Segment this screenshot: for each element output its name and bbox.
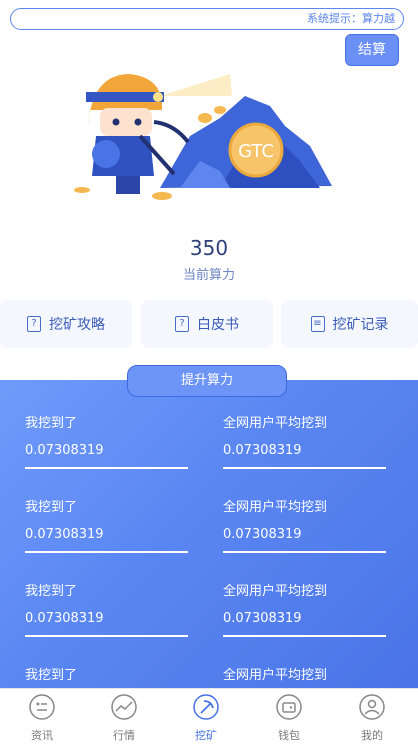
divider [25,551,188,553]
network-avg-value: 0.07308319 [223,527,302,542]
user-icon [359,694,385,720]
divider [25,635,188,637]
nav-profile-label: 我的 [361,729,383,742]
boost-power-button[interactable]: 提升算力 [127,365,287,397]
news-icon [29,694,55,720]
network-avg-label: 全网用户平均挖到 [223,668,328,683]
divider [223,635,386,637]
network-avg-cell: 全网用户平均挖到 0.07308319 [223,414,386,469]
notice-text: 系统提示：算力越 [307,12,395,25]
system-notice-bar: 系统提示：算力越 [10,8,404,30]
nav-wallet[interactable]: 钱包 [259,693,319,743]
network-avg-cell: 全网用户平均挖到 [223,666,386,686]
my-mined-value: 0.07308319 [25,611,104,626]
settle-button[interactable]: 结算 [345,34,399,66]
my-mined-label: 我挖到了 [25,500,78,515]
my-mined-cell: 我挖到了 0.07308319 [25,582,188,637]
my-mined-value: 0.07308319 [25,443,104,458]
trend-icon [111,694,137,720]
pickaxe-icon [193,694,219,720]
question-icon: ? [175,316,189,332]
network-avg-value: 0.07308319 [223,443,302,458]
divider [25,467,188,469]
nav-mining-label: 挖矿 [195,729,217,742]
question-icon: ? [27,316,41,332]
mining-records-link[interactable]: ≡ 挖矿记录 [281,300,418,348]
my-mined-label: 我挖到了 [25,584,78,599]
nav-market-label: 行情 [113,729,135,742]
divider [223,551,386,553]
my-mined-label: 我挖到了 [25,668,78,683]
list-icon: ≡ [310,316,325,332]
nav-wallet-label: 钱包 [278,729,300,742]
mining-page: 系统提示：算力越 结算 GTC 350 当前算力 ? 挖矿攻略 ? 白皮书 ≡ … [0,0,418,745]
mining-records-label: 挖矿记录 [332,317,389,333]
network-avg-label: 全网用户平均挖到 [223,500,328,515]
mining-guide-label: 挖矿攻略 [49,317,105,333]
whitepaper-label: 白皮书 [197,317,239,333]
my-mined-value: 0.07308319 [25,527,104,542]
miner-illustration: GTC [74,74,332,200]
bottom-nav: 资讯 行情 挖矿 钱包 我的 [0,688,418,745]
nav-mining[interactable]: 挖矿 [176,693,236,743]
wallet-icon [276,694,302,720]
network-avg-label: 全网用户平均挖到 [223,416,328,431]
my-mined-cell: 我挖到了 [25,666,188,686]
nav-profile[interactable]: 我的 [342,693,402,743]
mining-stats-section: 我挖到了 0.07308319 全网用户平均挖到 0.07308319 我挖到了… [0,380,418,690]
my-mined-cell: 我挖到了 0.07308319 [25,414,188,469]
quick-links: ? 挖矿攻略 ? 白皮书 ≡ 挖矿记录 [0,300,418,348]
my-mined-label: 我挖到了 [25,416,78,431]
network-avg-value: 0.07308319 [223,611,302,626]
coin-label: GTC [238,141,274,162]
divider [223,467,386,469]
network-avg-cell: 全网用户平均挖到 0.07308319 [223,498,386,553]
current-power-value: 350 [189,236,229,260]
network-avg-cell: 全网用户平均挖到 0.07308319 [223,582,386,637]
mining-guide-link[interactable]: ? 挖矿攻略 [0,300,132,348]
my-mined-cell: 我挖到了 0.07308319 [25,498,188,553]
whitepaper-link[interactable]: ? 白皮书 [141,300,273,348]
network-avg-label: 全网用户平均挖到 [223,584,328,599]
nav-news[interactable]: 资讯 [12,693,72,743]
nav-news-label: 资讯 [31,729,53,742]
current-power-label: 当前算力 [182,268,235,283]
nav-market[interactable]: 行情 [94,693,154,743]
